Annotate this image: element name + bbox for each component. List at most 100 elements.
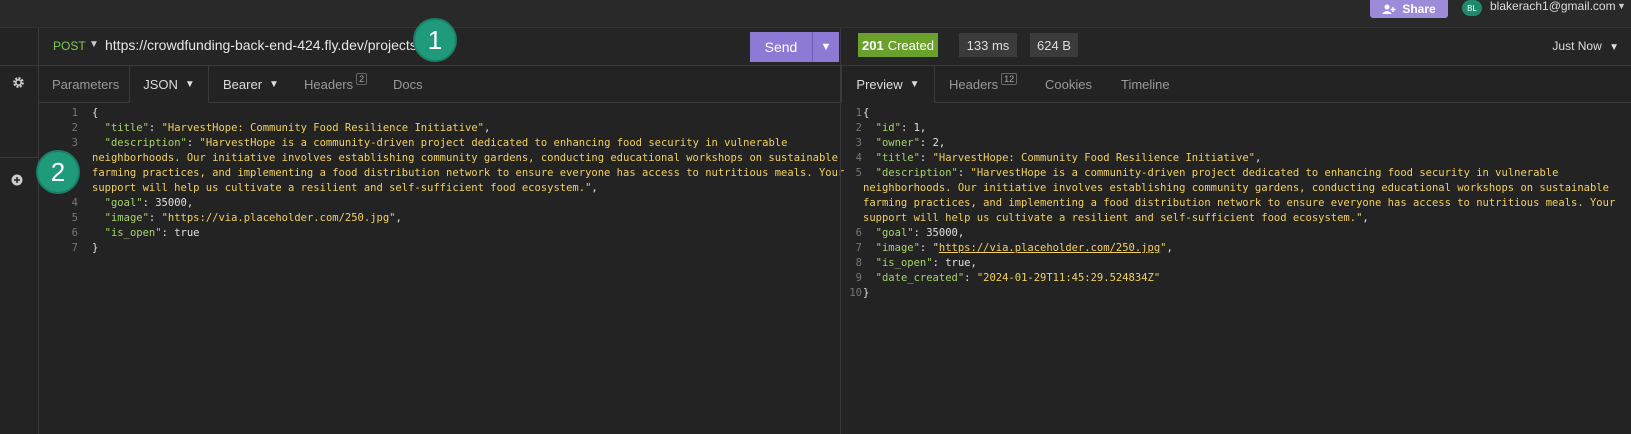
tab-timeline[interactable]: Timeline — [1121, 66, 1170, 102]
line-number: 10 — [849, 287, 862, 299]
user-menu-caret-icon[interactable]: ▼ — [1617, 1, 1626, 11]
code-line: 3 "owner": 2, — [852, 136, 1615, 151]
code-token: support will help us cultivate a resilie… — [863, 212, 1363, 224]
response-body-viewer: 1{2 "id": 1, 3 "owner": 2, 4 "title": "Har… — [849, 106, 1615, 301]
code-line: 10} — [849, 286, 1615, 301]
code-token: : 35000, — [913, 227, 965, 239]
code-token: : — [148, 122, 162, 134]
code-token: : true — [161, 227, 200, 239]
user-email[interactable]: blakerach1@gmail.com — [1490, 0, 1616, 13]
code-token: "image" — [875, 242, 920, 254]
tab-headers-label: Headers — [304, 76, 354, 92]
code-text: { — [863, 107, 869, 119]
line-number: 2 — [71, 122, 78, 134]
line-number: 9 — [855, 272, 862, 284]
method-select[interactable]: POST — [53, 39, 86, 53]
code-line: 2 "title": "HarvestHope: Community Food … — [60, 121, 844, 136]
code-token: neighborhoods. Our initiative involves e… — [92, 152, 838, 164]
code-token: "HarvestHope is a community-driven proje… — [970, 167, 1559, 179]
url-input[interactable]: https://crowdfunding-back-end-424.fly.de… — [105, 37, 421, 53]
send-options-caret-icon[interactable]: ▼ — [813, 32, 839, 62]
annotation-badge-1: 1 — [415, 20, 455, 60]
line-number: 1 — [71, 107, 78, 119]
code-text: } — [863, 287, 869, 299]
sidebar — [0, 28, 39, 434]
tab-response-headers-label: Headers — [949, 76, 999, 92]
code-token: : — [957, 167, 971, 179]
code-token: : 1, — [900, 122, 927, 134]
avatar[interactable]: BL — [1462, 0, 1482, 16]
tab-cookies[interactable]: Cookies — [1045, 66, 1092, 102]
code-token: : — [964, 272, 977, 284]
code-token: : — [148, 212, 162, 224]
code-text: neighborhoods. Our initiative involves e… — [863, 182, 1609, 194]
line-number: 3 — [71, 137, 78, 149]
code-token: "goal" — [104, 197, 143, 209]
code-token: , — [1166, 242, 1173, 254]
code-token: { — [863, 107, 870, 119]
code-line: support will help us cultivate a resilie… — [852, 211, 1615, 226]
code-line: 6 "is_open": true — [60, 226, 844, 241]
code-line: farming practices, and implementing a fo… — [852, 196, 1615, 211]
code-token: , — [591, 182, 598, 194]
code-text: "is_open": true, — [863, 257, 977, 269]
history-dropdown[interactable]: Just Now ▼ — [1552, 39, 1619, 53]
line-number: 7 — [855, 242, 862, 254]
line-number: 1 — [855, 107, 862, 119]
code-text: "image": "https://via.placeholder.com/25… — [863, 242, 1173, 254]
response-bar: 201 Created 133 ms 624 B Just Now ▼ — [841, 28, 1631, 66]
line-number: 4 — [855, 152, 862, 164]
line-number: 8 — [855, 257, 862, 269]
code-token: "owner" — [875, 137, 920, 149]
share-button[interactable]: Share — [1370, 0, 1448, 18]
tab-headers[interactable]: Headers 2 — [304, 66, 368, 102]
code-line: 4 "title": "HarvestHope: Community Food … — [852, 151, 1615, 166]
code-text: support will help us cultivate a resilie… — [863, 212, 1369, 224]
response-headers-count-badge: 12 — [1001, 73, 1018, 85]
tab-docs-label: Docs — [393, 76, 423, 92]
code-token: : " — [919, 242, 939, 254]
status-text: Created — [887, 37, 934, 53]
line-number: 6 — [71, 227, 78, 239]
plus-circle-icon[interactable] — [11, 174, 23, 186]
tab-json[interactable]: JSON ▼ — [129, 66, 209, 103]
code-line: 7} — [60, 241, 844, 256]
line-number: 5 — [71, 212, 78, 224]
tab-cookies-label: Cookies — [1045, 76, 1092, 92]
code-token: : 2, — [919, 137, 946, 149]
code-line: 1{ — [852, 106, 1615, 121]
tab-response-headers[interactable]: Headers 12 — [949, 66, 1018, 102]
method-caret-icon[interactable]: ▼ — [89, 39, 99, 50]
chevron-down-icon: ▼ — [909, 78, 920, 90]
tab-json-label: JSON — [143, 76, 178, 92]
code-token: : true, — [932, 257, 977, 269]
code-token: "id" — [875, 122, 901, 134]
code-token: } — [863, 287, 870, 299]
top-bar: Share BL blakerach1@gmail.com ▼ — [0, 0, 1631, 28]
send-button[interactable]: Send — [750, 32, 813, 62]
code-line: support will help us cultivate a resilie… — [60, 181, 844, 196]
response-time: 133 ms — [959, 33, 1017, 57]
code-token: , — [483, 122, 491, 134]
code-token: "HarvestHope: Community Food Resilience … — [161, 122, 484, 134]
request-body-editor[interactable]: 1 {2 "title": "HarvestHope: Community Foo… — [60, 106, 845, 256]
code-text: "is_open": true — [92, 227, 200, 239]
line-number: 2 — [855, 122, 862, 134]
tab-docs[interactable]: Docs — [393, 66, 423, 102]
code-line: neighborhoods. Our initiative involves e… — [60, 151, 844, 166]
code-text: neighborhoods. Our initiative involves e… — [92, 152, 838, 164]
tab-bearer[interactable]: Bearer ▼ — [223, 66, 279, 102]
code-token: { — [92, 107, 99, 119]
code-line: farming practices, and implementing a fo… — [60, 166, 844, 181]
url-link[interactable]: https://via.placeholder.com/250.jpg — [939, 242, 1160, 254]
tab-preview[interactable]: Preview ▼ — [841, 66, 935, 103]
code-line: 2 "id": 1, — [852, 121, 1615, 136]
gear-icon[interactable] — [12, 76, 25, 89]
tab-parameters[interactable]: Parameters — [52, 66, 119, 102]
